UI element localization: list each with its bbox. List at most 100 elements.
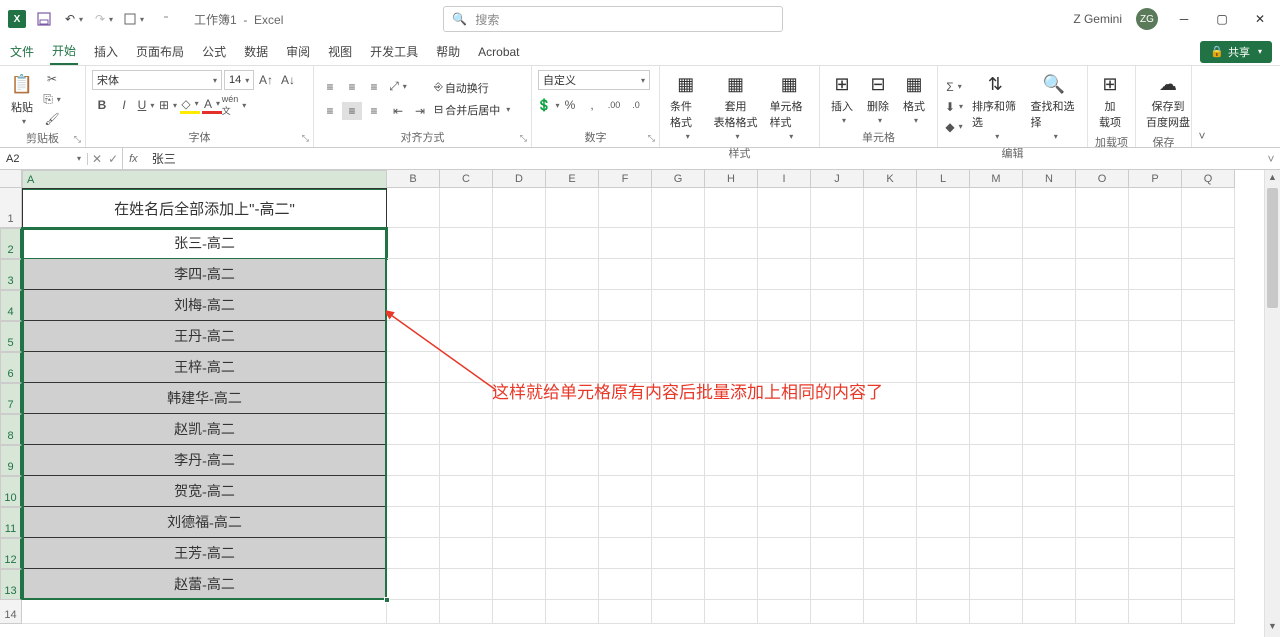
number-format-select[interactable]: 自定义▾ <box>538 70 650 90</box>
cell-O5[interactable] <box>1076 321 1129 352</box>
cell-C3[interactable] <box>440 259 493 290</box>
cell-A3[interactable]: 李四-高二 <box>22 259 387 290</box>
cell-P2[interactable] <box>1129 228 1182 259</box>
clear-icon[interactable]: ◆▾ <box>944 118 964 136</box>
cell-H3[interactable] <box>705 259 758 290</box>
cell-K3[interactable] <box>864 259 917 290</box>
cell-P7[interactable] <box>1129 383 1182 414</box>
select-all-corner[interactable] <box>0 170 22 188</box>
cell-I4[interactable] <box>758 290 811 321</box>
collapse-ribbon-icon[interactable]: ˅ <box>1192 66 1212 147</box>
qat-customize-icon[interactable]: ⁼ <box>154 9 174 29</box>
expand-formula-bar-icon[interactable]: ˅ <box>1262 152 1280 166</box>
cell-B3[interactable] <box>387 259 440 290</box>
cell-D13[interactable] <box>493 569 546 600</box>
cell-B4[interactable] <box>387 290 440 321</box>
cell-G14[interactable] <box>652 600 705 624</box>
cell-A1[interactable]: 在姓名后全部添加上"-高二" <box>22 188 387 228</box>
row-header-14[interactable]: 14 <box>0 600 22 624</box>
cell-C7[interactable] <box>440 383 493 414</box>
cancel-formula-icon[interactable]: ✕ <box>92 152 102 166</box>
cell-K10[interactable] <box>864 476 917 507</box>
cell-L13[interactable] <box>917 569 970 600</box>
row-header-7[interactable]: 7 <box>0 383 22 414</box>
cell-Q13[interactable] <box>1182 569 1235 600</box>
cell-B5[interactable] <box>387 321 440 352</box>
cell-P3[interactable] <box>1129 259 1182 290</box>
cell-N7[interactable] <box>1023 383 1076 414</box>
align-right-icon[interactable]: ≡ <box>364 102 384 120</box>
cell-O6[interactable] <box>1076 352 1129 383</box>
cell-A4[interactable]: 刘梅-高二 <box>22 290 387 321</box>
close-button[interactable]: ✕ <box>1248 7 1272 31</box>
cell-K9[interactable] <box>864 445 917 476</box>
cell-K2[interactable] <box>864 228 917 259</box>
cell-B8[interactable] <box>387 414 440 445</box>
cell-B1[interactable] <box>387 188 440 228</box>
cell-E11[interactable] <box>546 507 599 538</box>
cell-I1[interactable] <box>758 188 811 228</box>
cell-Q9[interactable] <box>1182 445 1235 476</box>
row-header-6[interactable]: 6 <box>0 352 22 383</box>
cell-A5[interactable]: 王丹-高二 <box>22 321 387 352</box>
cell-E10[interactable] <box>546 476 599 507</box>
cell-I8[interactable] <box>758 414 811 445</box>
col-header-H[interactable]: H <box>705 170 758 188</box>
cell-J14[interactable] <box>811 600 864 624</box>
decrease-decimal-icon[interactable]: .0 <box>626 96 646 114</box>
cell-L7[interactable] <box>917 383 970 414</box>
col-header-L[interactable]: L <box>917 170 970 188</box>
comma-icon[interactable]: , <box>582 96 602 114</box>
tab-dev[interactable]: 开发工具 <box>368 39 420 64</box>
cell-Q6[interactable] <box>1182 352 1235 383</box>
fill-color-icon[interactable]: ◇▾ <box>180 96 200 114</box>
cell-O1[interactable] <box>1076 188 1129 228</box>
tab-view[interactable]: 视图 <box>326 39 354 64</box>
cell-D3[interactable] <box>493 259 546 290</box>
cell-L9[interactable] <box>917 445 970 476</box>
font-size-select[interactable]: 14▾ <box>224 70 254 90</box>
tab-home[interactable]: 开始 <box>50 38 78 65</box>
cell-M13[interactable] <box>970 569 1023 600</box>
cell-K4[interactable] <box>864 290 917 321</box>
cell-B11[interactable] <box>387 507 440 538</box>
fx-icon[interactable]: fx <box>123 153 144 165</box>
cell-Q5[interactable] <box>1182 321 1235 352</box>
cell-I3[interactable] <box>758 259 811 290</box>
increase-decimal-icon[interactable]: .00 <box>604 96 624 114</box>
cell-H4[interactable] <box>705 290 758 321</box>
cell-M6[interactable] <box>970 352 1023 383</box>
cell-A13[interactable]: 赵蕾-高二 <box>22 569 387 600</box>
tab-acrobat[interactable]: Acrobat <box>476 41 521 63</box>
vertical-scrollbar[interactable]: ▲ ▼ <box>1264 170 1280 637</box>
sort-filter-button[interactable]: ⇅排序和筛选▾ <box>968 70 1023 143</box>
tab-formulas[interactable]: 公式 <box>200 39 228 64</box>
cell-L12[interactable] <box>917 538 970 569</box>
cell-N5[interactable] <box>1023 321 1076 352</box>
cell-M12[interactable] <box>970 538 1023 569</box>
cell-L8[interactable] <box>917 414 970 445</box>
cell-L14[interactable] <box>917 600 970 624</box>
font-name-select[interactable]: 宋体▾ <box>92 70 222 90</box>
delete-cells-button[interactable]: ⊟删除▾ <box>862 70 894 127</box>
cell-E14[interactable] <box>546 600 599 624</box>
cell-E4[interactable] <box>546 290 599 321</box>
cell-E2[interactable] <box>546 228 599 259</box>
cell-K8[interactable] <box>864 414 917 445</box>
cell-Q1[interactable] <box>1182 188 1235 228</box>
cell-F1[interactable] <box>599 188 652 228</box>
cell-B10[interactable] <box>387 476 440 507</box>
wrap-text-button[interactable]: ⎆自动换行 <box>434 80 510 96</box>
cell-N9[interactable] <box>1023 445 1076 476</box>
cell-H11[interactable] <box>705 507 758 538</box>
cell-A2[interactable]: 张三-高二 <box>22 228 387 259</box>
font-launcher[interactable]: ⤡ <box>302 133 309 144</box>
cell-E1[interactable] <box>546 188 599 228</box>
cell-B2[interactable] <box>387 228 440 259</box>
cell-F4[interactable] <box>599 290 652 321</box>
cell-D1[interactable] <box>493 188 546 228</box>
cell-K1[interactable] <box>864 188 917 228</box>
cell-P5[interactable] <box>1129 321 1182 352</box>
cell-P9[interactable] <box>1129 445 1182 476</box>
cell-G11[interactable] <box>652 507 705 538</box>
